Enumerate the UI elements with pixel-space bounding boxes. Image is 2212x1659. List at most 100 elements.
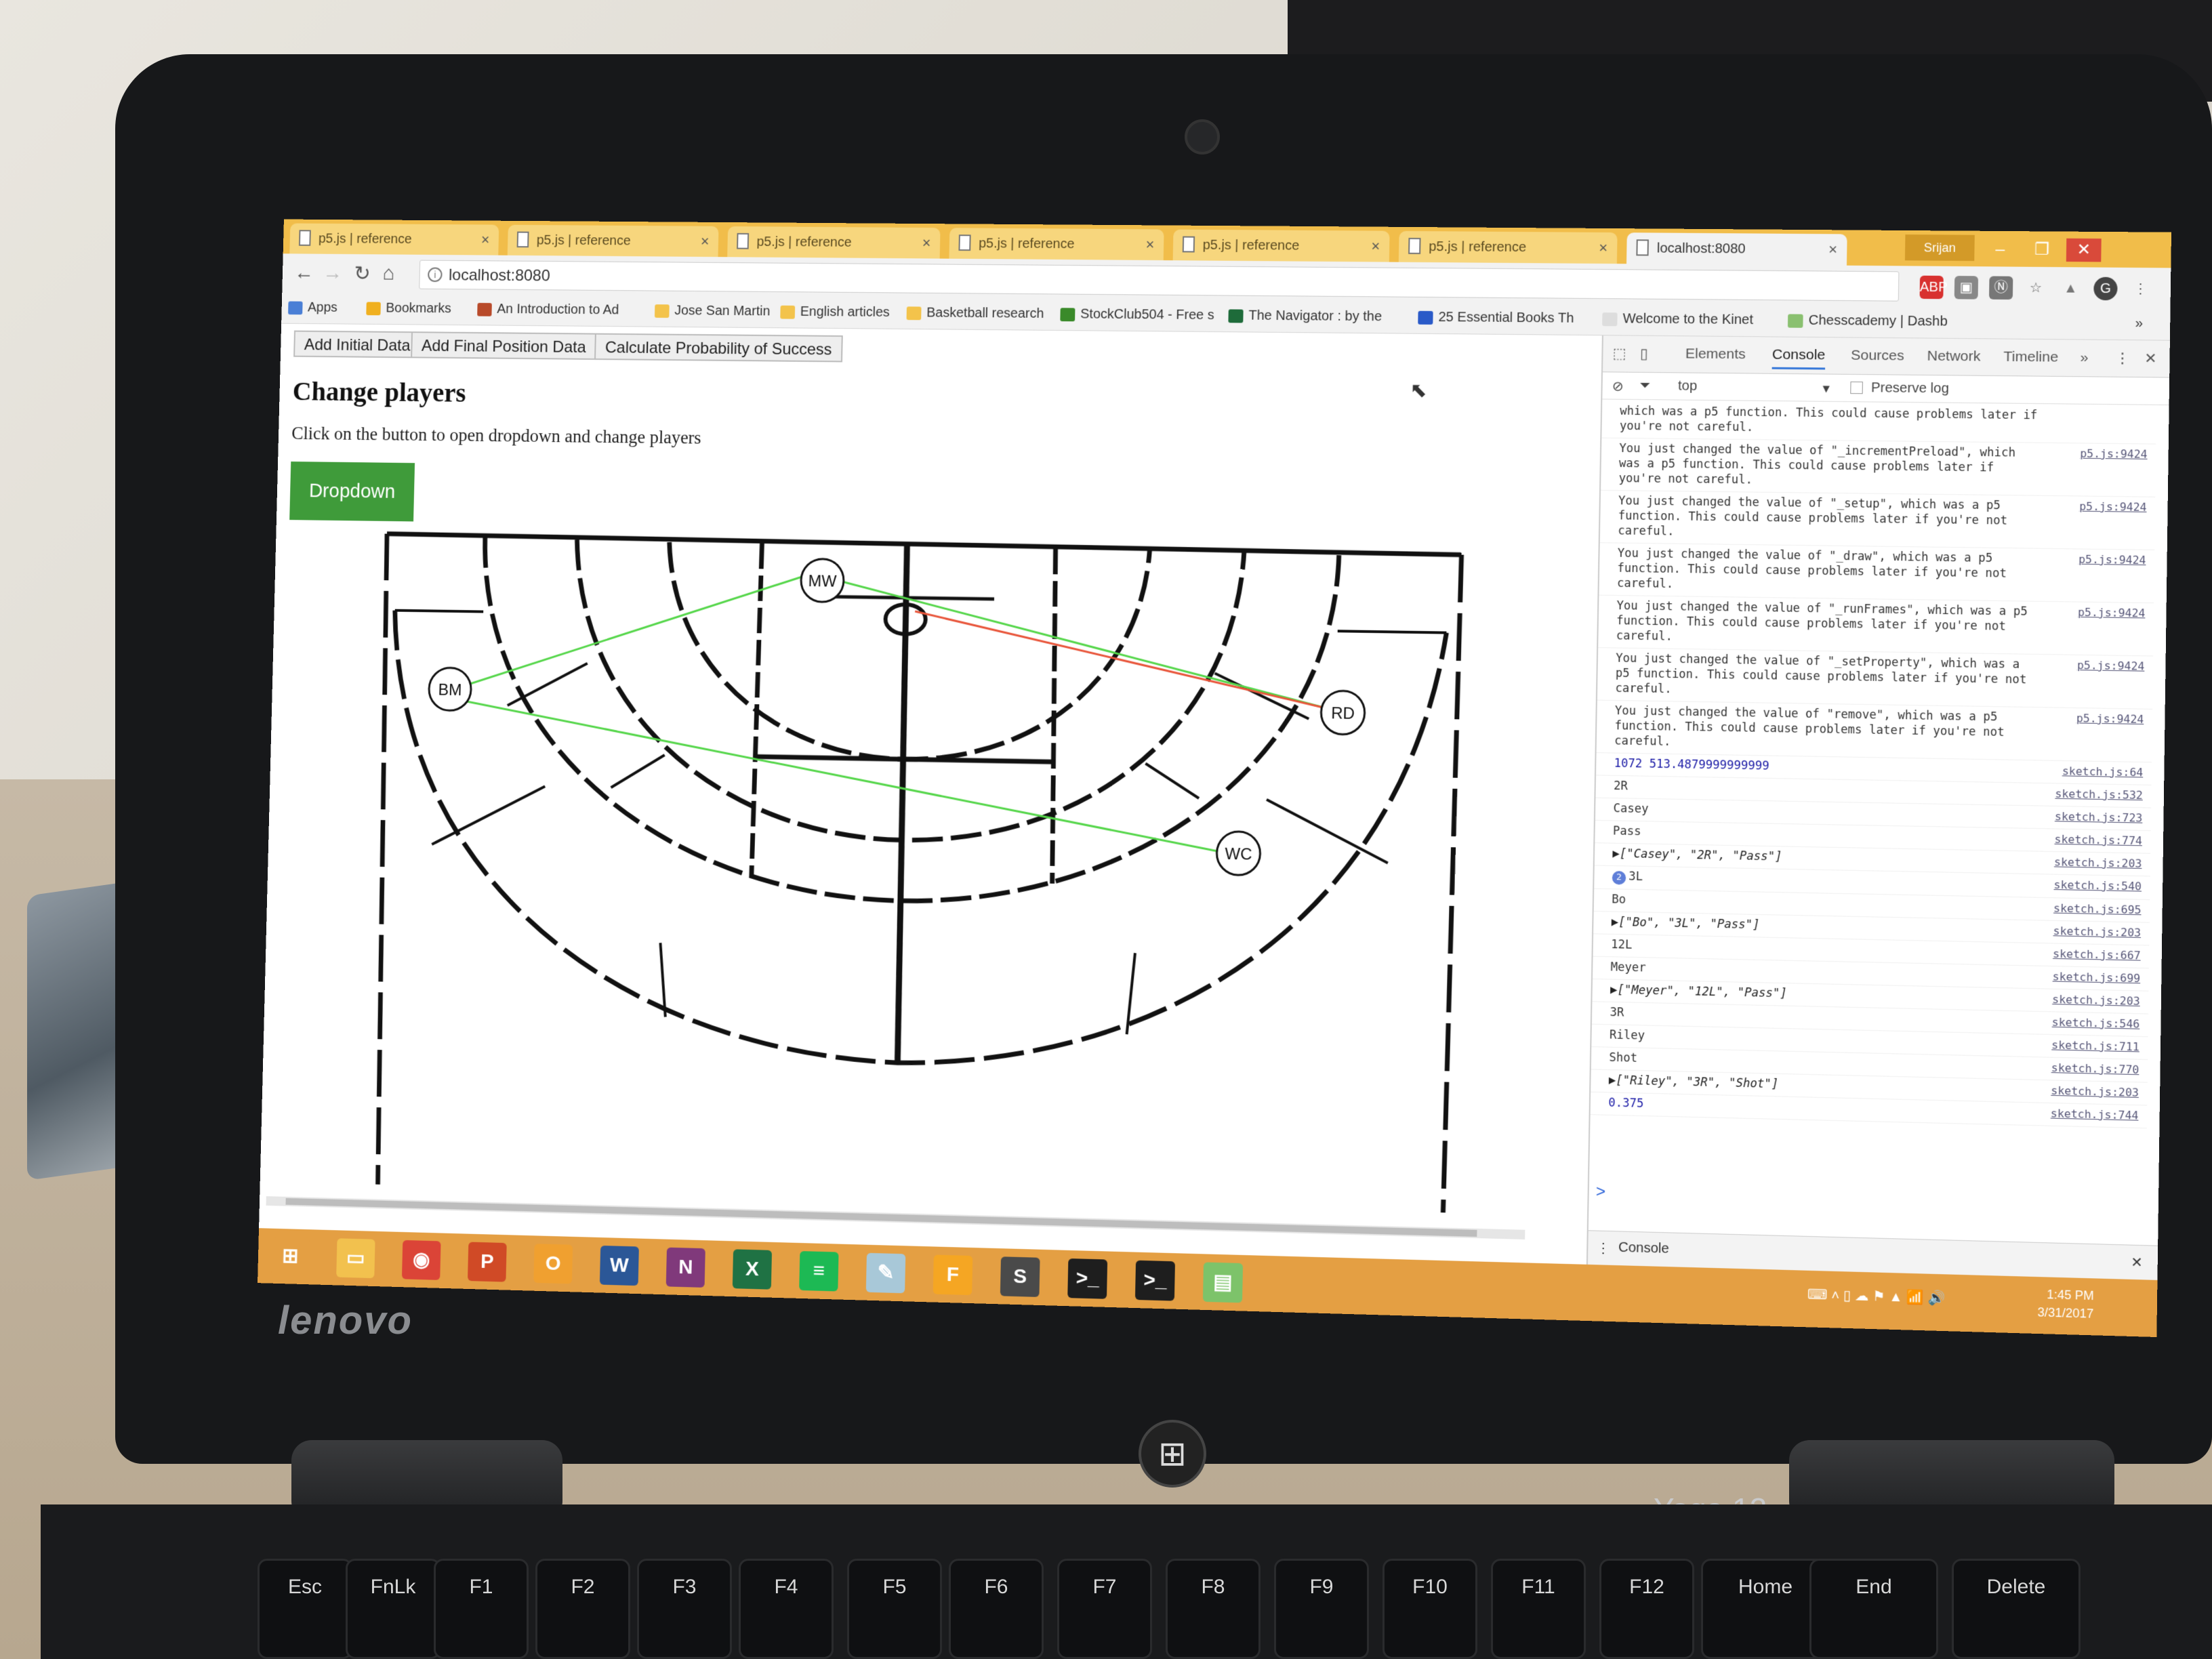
windows-button[interactable]: ⊞ (1139, 1420, 1206, 1488)
log-source-link[interactable]: p5.js:9424 (2078, 605, 2146, 621)
browser-tab[interactable]: p5.js | reference × (1399, 231, 1618, 264)
context-dropdown-icon[interactable]: ▾ (1822, 380, 1830, 397)
menu-kebab-icon[interactable]: ⋮ (2129, 277, 2153, 301)
log-source-link[interactable]: p5.js:9424 (2079, 499, 2147, 515)
log-value[interactable]: ▶["Bo", "3L", "Pass"] (1612, 916, 1760, 933)
browser-tab[interactable]: localhost:8080 × (1626, 232, 1847, 266)
log-source-link[interactable]: sketch.js:203 (2054, 855, 2142, 872)
basketball-court-canvas[interactable]: MW BM RD WC (259, 324, 1602, 1265)
close-tab-icon[interactable]: × (1599, 239, 1607, 257)
console-prompt[interactable]: > (1596, 1183, 1606, 1202)
inspect-icon[interactable]: ⬚ (1612, 345, 1626, 362)
close-tab-icon[interactable]: × (481, 231, 490, 249)
drawer-close-icon[interactable]: ✕ (2131, 1254, 2143, 1271)
extension-icon[interactable]: ▣ (1954, 276, 1978, 300)
notepad-icon[interactable]: ✎ (866, 1253, 906, 1294)
start-icon[interactable]: ⊞ (271, 1237, 310, 1277)
filter-icon[interactable]: ⏷ (1639, 378, 1651, 394)
log-source-link[interactable]: sketch.js:203 (2051, 1083, 2139, 1101)
devtools-close-icon[interactable]: ✕ (2144, 350, 2157, 368)
forward-arrow-icon[interactable]: → (323, 262, 343, 284)
devtools-menu-icon[interactable]: ⋮ (2115, 350, 2130, 367)
drawer-menu-icon[interactable]: ⋮ (1596, 1240, 1610, 1257)
close-tab-icon[interactable]: × (701, 233, 710, 251)
log-source-link[interactable]: sketch.js:744 (2051, 1106, 2139, 1124)
drawer-tab-console[interactable]: Console (1618, 1240, 1669, 1257)
console-log[interactable]: which was a p5 function. This could caus… (1589, 401, 2156, 1193)
browser-tab[interactable]: p5.js | reference × (727, 226, 940, 259)
close-tab-icon[interactable]: × (1828, 241, 1838, 258)
log-source-link[interactable]: sketch.js:770 (2051, 1061, 2139, 1078)
star-icon[interactable]: ☆ (2024, 276, 2047, 300)
devtools-tab-console[interactable]: Console (1772, 347, 1826, 370)
preserve-log-checkbox[interactable] (1850, 382, 1863, 394)
log-source-link[interactable]: sketch.js:723 (2055, 809, 2143, 826)
extension-fox-icon[interactable]: ▲ (2059, 276, 2083, 300)
device-toolbar-icon[interactable]: ▯ (1640, 346, 1648, 363)
log-source-link[interactable]: p5.js:9424 (2080, 446, 2148, 462)
bookmark-item[interactable]: 25 Essential Books Th (1418, 310, 1574, 327)
context-selector[interactable]: top (1678, 378, 1698, 394)
minimize-button[interactable]: – (1983, 238, 2018, 262)
fl-app-icon[interactable]: F (933, 1254, 973, 1295)
reload-icon[interactable]: ↻ (354, 262, 371, 285)
bookmark-item[interactable]: The Navigator : by the (1228, 308, 1382, 325)
powerpoint-icon[interactable]: P (468, 1242, 507, 1282)
devtools-tab-elements[interactable]: Elements (1685, 346, 1746, 363)
clear-console-icon[interactable]: ⊘ (1612, 377, 1624, 394)
more-tabs-icon[interactable]: » (2080, 350, 2088, 366)
bookmark-item[interactable]: Jose San Martin (655, 303, 771, 319)
bookmarks-overflow-icon[interactable]: » (2135, 316, 2143, 331)
bookmark-item[interactable]: Apps (288, 300, 337, 316)
bookmark-item[interactable]: An Introduction to Ad (477, 302, 619, 318)
browser-tab[interactable]: p5.js | reference × (949, 228, 1164, 260)
log-source-link[interactable]: sketch.js:64 (2062, 764, 2144, 780)
sticky-icon[interactable]: ▤ (1203, 1262, 1243, 1303)
log-source-link[interactable]: sketch.js:203 (2053, 924, 2141, 941)
close-tab-icon[interactable]: × (1371, 238, 1380, 255)
bookmark-item[interactable]: English articles (780, 304, 890, 321)
log-source-link[interactable]: p5.js:9424 (2077, 658, 2145, 674)
sublime-icon[interactable]: S (1000, 1256, 1040, 1297)
extension-bracket-icon[interactable]: Ⓝ (1989, 276, 2013, 300)
log-source-link[interactable]: sketch.js:774 (2054, 832, 2142, 849)
word-icon[interactable]: W (600, 1246, 639, 1286)
info-icon[interactable]: i (428, 267, 443, 282)
bookmark-item[interactable]: StockClub504 - Free s (1060, 306, 1214, 323)
cmd-icon[interactable]: >_ (1067, 1258, 1107, 1299)
bookmark-item[interactable]: Basketball research (907, 305, 1044, 322)
log-source-link[interactable]: sketch.js:546 (2052, 1015, 2140, 1031)
log-source-link[interactable]: p5.js:9424 (2076, 711, 2144, 727)
close-tab-icon[interactable]: × (1145, 236, 1154, 253)
close-window-button[interactable]: ✕ (2066, 239, 2102, 262)
log-source-link[interactable]: sketch.js:532 (2055, 786, 2143, 803)
log-value[interactable]: ▶["Riley", "3R", "Shot"] (1609, 1073, 1779, 1091)
devtools-tab-sources[interactable]: Sources (1851, 348, 1904, 365)
address-bar[interactable]: i localhost:8080 (419, 260, 1899, 302)
home-icon[interactable]: ⌂ (382, 262, 394, 285)
system-tray-icons[interactable]: ⌨ ˄ ▯ ☁ ⚑ ▲ 📶 🔊 (1807, 1286, 1946, 1307)
onenote-icon[interactable]: N (666, 1248, 705, 1288)
browser-tab[interactable]: p5.js | reference × (1173, 230, 1390, 262)
log-source-link[interactable]: p5.js:9424 (2078, 552, 2146, 569)
chrome-icon[interactable]: ◉ (402, 1240, 441, 1280)
close-tab-icon[interactable]: × (922, 234, 930, 252)
back-arrow-icon[interactable]: ← (294, 262, 314, 284)
log-source-link[interactable]: sketch.js:203 (2052, 992, 2140, 1009)
extension-g-icon[interactable]: G (2093, 277, 2118, 301)
log-source-link[interactable]: sketch.js:711 (2051, 1038, 2139, 1054)
log-source-link[interactable]: sketch.js:540 (2053, 878, 2142, 895)
log-source-link[interactable]: sketch.js:699 (2053, 969, 2141, 986)
taskbar-clock[interactable]: 1:45 PM 3/31/2017 (2037, 1285, 2094, 1323)
log-value[interactable]: ▶["Casey", "2R", "Pass"] (1612, 847, 1782, 864)
log-source-link[interactable]: sketch.js:695 (2053, 901, 2142, 918)
excel-icon[interactable]: X (733, 1249, 772, 1289)
bookmark-item[interactable]: Welcome to the Kinet (1602, 311, 1753, 328)
bookmark-item[interactable]: Bookmarks (366, 301, 451, 317)
profile-button[interactable]: Srijan (1905, 234, 1975, 261)
file-explorer-icon[interactable]: ▭ (336, 1238, 375, 1278)
bookmark-item[interactable]: Chesscademy | Dashb (1788, 312, 1948, 329)
maximize-button[interactable]: ❐ (2024, 238, 2060, 262)
browser-tab[interactable]: p5.js | reference × (508, 225, 719, 257)
adblock-icon[interactable]: ABP (1920, 276, 1944, 300)
